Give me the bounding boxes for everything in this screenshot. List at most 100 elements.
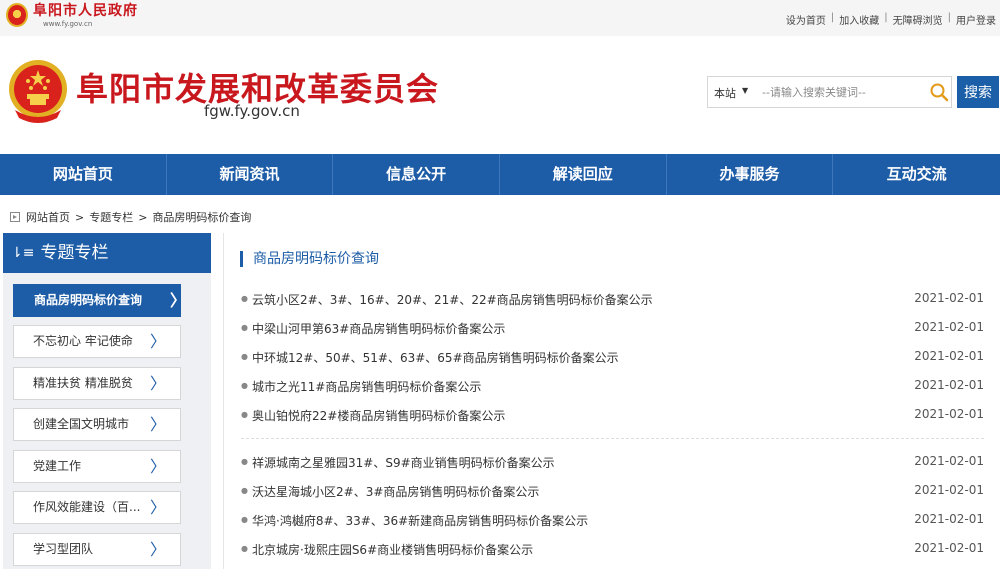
- list-item[interactable]: ● 沃达星海城小区2#、3#商品房销售明码标价备案公示 2021-02-01: [241, 481, 984, 501]
- bullet-icon: ●: [241, 544, 248, 553]
- content-title: 商品房明码标价查询: [240, 251, 379, 267]
- sidebar-item-label: 作风效能建设（百...: [33, 500, 141, 514]
- list-item-date: 2021-02-01: [914, 483, 984, 497]
- accessibility-link[interactable]: 无障碍浏览: [893, 12, 943, 27]
- site-url: fgw.fy.gov.cn: [204, 102, 300, 120]
- separator: |: [947, 12, 951, 23]
- list-item-date: 2021-02-01: [914, 512, 984, 526]
- list-item[interactable]: ● 中梁山河甲第63#商品房销售明码标价备案公示 2021-02-01: [241, 318, 984, 338]
- sidebar-item-label: 精准扶贫 精准脱贫: [33, 376, 133, 390]
- magnifier-icon[interactable]: [929, 82, 949, 102]
- top-bar: 阜阳市人民政府 www.fy.gov.cn 设为首页 | 加入收藏 | 无障碍浏…: [0, 0, 1000, 36]
- sidebar-item-work-style[interactable]: 作风效能建设（百... 〉: [13, 491, 181, 524]
- list-item-title[interactable]: 城市之光11#商品房销售明码标价备案公示: [252, 378, 481, 395]
- chevron-right-icon: 〉: [149, 498, 166, 517]
- column-divider: [223, 233, 224, 569]
- list-item-date: 2021-02-01: [914, 291, 984, 305]
- sidebar-item-housing-price[interactable]: 商品房明码标价查询 〉: [13, 284, 181, 317]
- main-nav: 网站首页 新闻资讯 信息公开 解读回应 办事服务 互动交流: [0, 154, 1000, 195]
- list-item-date: 2021-02-01: [914, 454, 984, 468]
- list-item[interactable]: ● 华鸿·鸿樾府8#、33#、36#新建商品房销售明码标价备案公示 2021-0…: [241, 510, 984, 530]
- nav-news[interactable]: 新闻资讯: [167, 154, 334, 195]
- list-item[interactable]: ● 北京城房·珑熙庄园S6#商业楼销售明码标价备案公示 2021-02-01: [241, 539, 984, 559]
- list-item-title[interactable]: 祥源城南之星雅园31#、S9#商业销售明码标价备案公示: [252, 454, 555, 471]
- sidebar-title: 专题专栏: [40, 243, 109, 263]
- sidebar: ⇂≡ 专题专栏 商品房明码标价查询 〉 不忘初心 牢记使命 〉 精准扶贫 精准脱…: [3, 233, 211, 569]
- sidebar-item-original-aspiration[interactable]: 不忘初心 牢记使命 〉: [13, 325, 181, 358]
- bullet-icon: ●: [241, 486, 248, 495]
- city-gov-logo[interactable]: 阜阳市人民政府 www.fy.gov.cn: [6, 3, 138, 29]
- sidebar-item-label: 不忘初心 牢记使命: [33, 334, 133, 348]
- separator: |: [884, 12, 888, 23]
- list-item-title[interactable]: 中梁山河甲第63#商品房销售明码标价备案公示: [252, 320, 505, 337]
- search-input[interactable]: [762, 82, 922, 102]
- chevron-right-icon: 〉: [170, 285, 180, 316]
- list-item-title[interactable]: 沃达星海城小区2#、3#商品房销售明码标价备案公示: [252, 483, 539, 500]
- breadcrumb-topics[interactable]: 专题专栏: [89, 209, 133, 225]
- sidebar-item-label: 党建工作: [33, 459, 82, 473]
- chevron-right-icon: 〉: [149, 374, 166, 393]
- chevron-right-icon: 〉: [149, 415, 166, 434]
- nav-services[interactable]: 办事服务: [667, 154, 834, 195]
- mini-emblem-icon: [6, 3, 28, 27]
- location-icon: [10, 212, 20, 222]
- nav-home[interactable]: 网站首页: [0, 154, 167, 195]
- nav-disclosure[interactable]: 信息公开: [333, 154, 500, 195]
- sidebar-item-poverty-alleviation[interactable]: 精准扶贫 精准脱贫 〉: [13, 367, 181, 400]
- search-scope-select[interactable]: 本站: [714, 85, 736, 101]
- site-header: 阜阳市发展和改革委员会 fgw.fy.gov.cn 本站 ▼ 搜索: [0, 36, 1000, 154]
- bullet-icon: ●: [241, 515, 248, 524]
- sidebar-item-label: 商品房明码标价查询: [34, 293, 143, 307]
- list-item-date: 2021-02-01: [914, 320, 984, 334]
- bullet-icon: ●: [241, 352, 248, 361]
- list-item[interactable]: ● 奥山铂悦府22#楼商品房销售明码标价备案公示 2021-02-01: [241, 405, 984, 425]
- national-emblem-icon: [9, 60, 67, 123]
- list-divider: [241, 438, 984, 439]
- list-item-title[interactable]: 云筑小区2#、3#、16#、20#、21#、22#商品房销售明码标价备案公示: [252, 291, 653, 308]
- list-item-date: 2021-02-01: [914, 349, 984, 363]
- bullet-icon: ●: [241, 381, 248, 390]
- breadcrumb-home[interactable]: 网站首页: [26, 209, 70, 225]
- sidebar-item-civilized-city[interactable]: 创建全国文明城市 〉: [13, 408, 181, 441]
- add-favorite-link[interactable]: 加入收藏: [839, 12, 879, 27]
- sidebar-item-learning-team[interactable]: 学习型团队 〉: [13, 533, 181, 566]
- list-item[interactable]: ● 祥源城南之星雅园31#、S9#商业销售明码标价备案公示 2021-02-01: [241, 452, 984, 472]
- list-item-date: 2021-02-01: [914, 407, 984, 421]
- caret-down-icon[interactable]: ▼: [742, 86, 748, 95]
- user-login-link[interactable]: 用户登录: [956, 12, 996, 27]
- list-item-title[interactable]: 奥山铂悦府22#楼商品房销售明码标价备案公示: [252, 407, 505, 424]
- list-item-date: 2021-02-01: [914, 378, 984, 392]
- breadcrumb-separator: >: [138, 210, 148, 224]
- list-item[interactable]: ● 城市之光11#商品房销售明码标价备案公示 2021-02-01: [241, 376, 984, 396]
- bullet-icon: ●: [241, 410, 248, 419]
- sidebar-item-party-building[interactable]: 党建工作 〉: [13, 450, 181, 483]
- bullet-icon: ●: [241, 457, 248, 466]
- nav-interaction[interactable]: 互动交流: [833, 154, 1000, 195]
- chevron-right-icon: 〉: [149, 540, 166, 559]
- search-box: 本站 ▼: [707, 76, 952, 108]
- sidebar-item-label: 创建全国文明城市: [33, 417, 130, 431]
- set-homepage-link[interactable]: 设为首页: [786, 12, 826, 27]
- list-item[interactable]: ● 云筑小区2#、3#、16#、20#、21#、22#商品房销售明码标价备案公示…: [241, 289, 984, 309]
- list-item-date: 2021-02-01: [914, 541, 984, 555]
- search-button[interactable]: 搜索: [957, 76, 999, 108]
- city-gov-url: www.fy.gov.cn: [43, 20, 93, 28]
- chevron-right-icon: 〉: [149, 332, 166, 351]
- list-icon: ⇂≡: [11, 245, 35, 261]
- breadcrumb-current[interactable]: 商品房明码标价查询: [152, 209, 251, 225]
- list-item[interactable]: ● 中环城12#、50#、51#、63#、65#商品房销售明码标价备案公示 20…: [241, 347, 984, 367]
- list-item-title[interactable]: 华鸿·鸿樾府8#、33#、36#新建商品房销售明码标价备案公示: [252, 512, 588, 529]
- separator: |: [830, 12, 835, 23]
- list-item-title[interactable]: 北京城房·珑熙庄园S6#商业楼销售明码标价备案公示: [252, 541, 533, 558]
- top-links: 设为首页 | 加入收藏 | 无障碍浏览 | 用户登录: [786, 12, 996, 27]
- nav-interpretation[interactable]: 解读回应: [500, 154, 667, 195]
- list-item-title[interactable]: 中环城12#、50#、51#、63#、65#商品房销售明码标价备案公示: [252, 349, 619, 366]
- city-gov-title: 阜阳市人民政府: [33, 3, 138, 19]
- bullet-icon: ●: [241, 323, 248, 332]
- bullet-icon: ●: [241, 294, 248, 303]
- chevron-right-icon: 〉: [149, 457, 166, 476]
- breadcrumb: 网站首页 > 专题专栏 > 商品房明码标价查询: [10, 209, 251, 225]
- sidebar-item-label: 学习型团队: [33, 542, 94, 556]
- sidebar-header: ⇂≡ 专题专栏: [3, 233, 211, 273]
- breadcrumb-separator: >: [75, 210, 85, 224]
